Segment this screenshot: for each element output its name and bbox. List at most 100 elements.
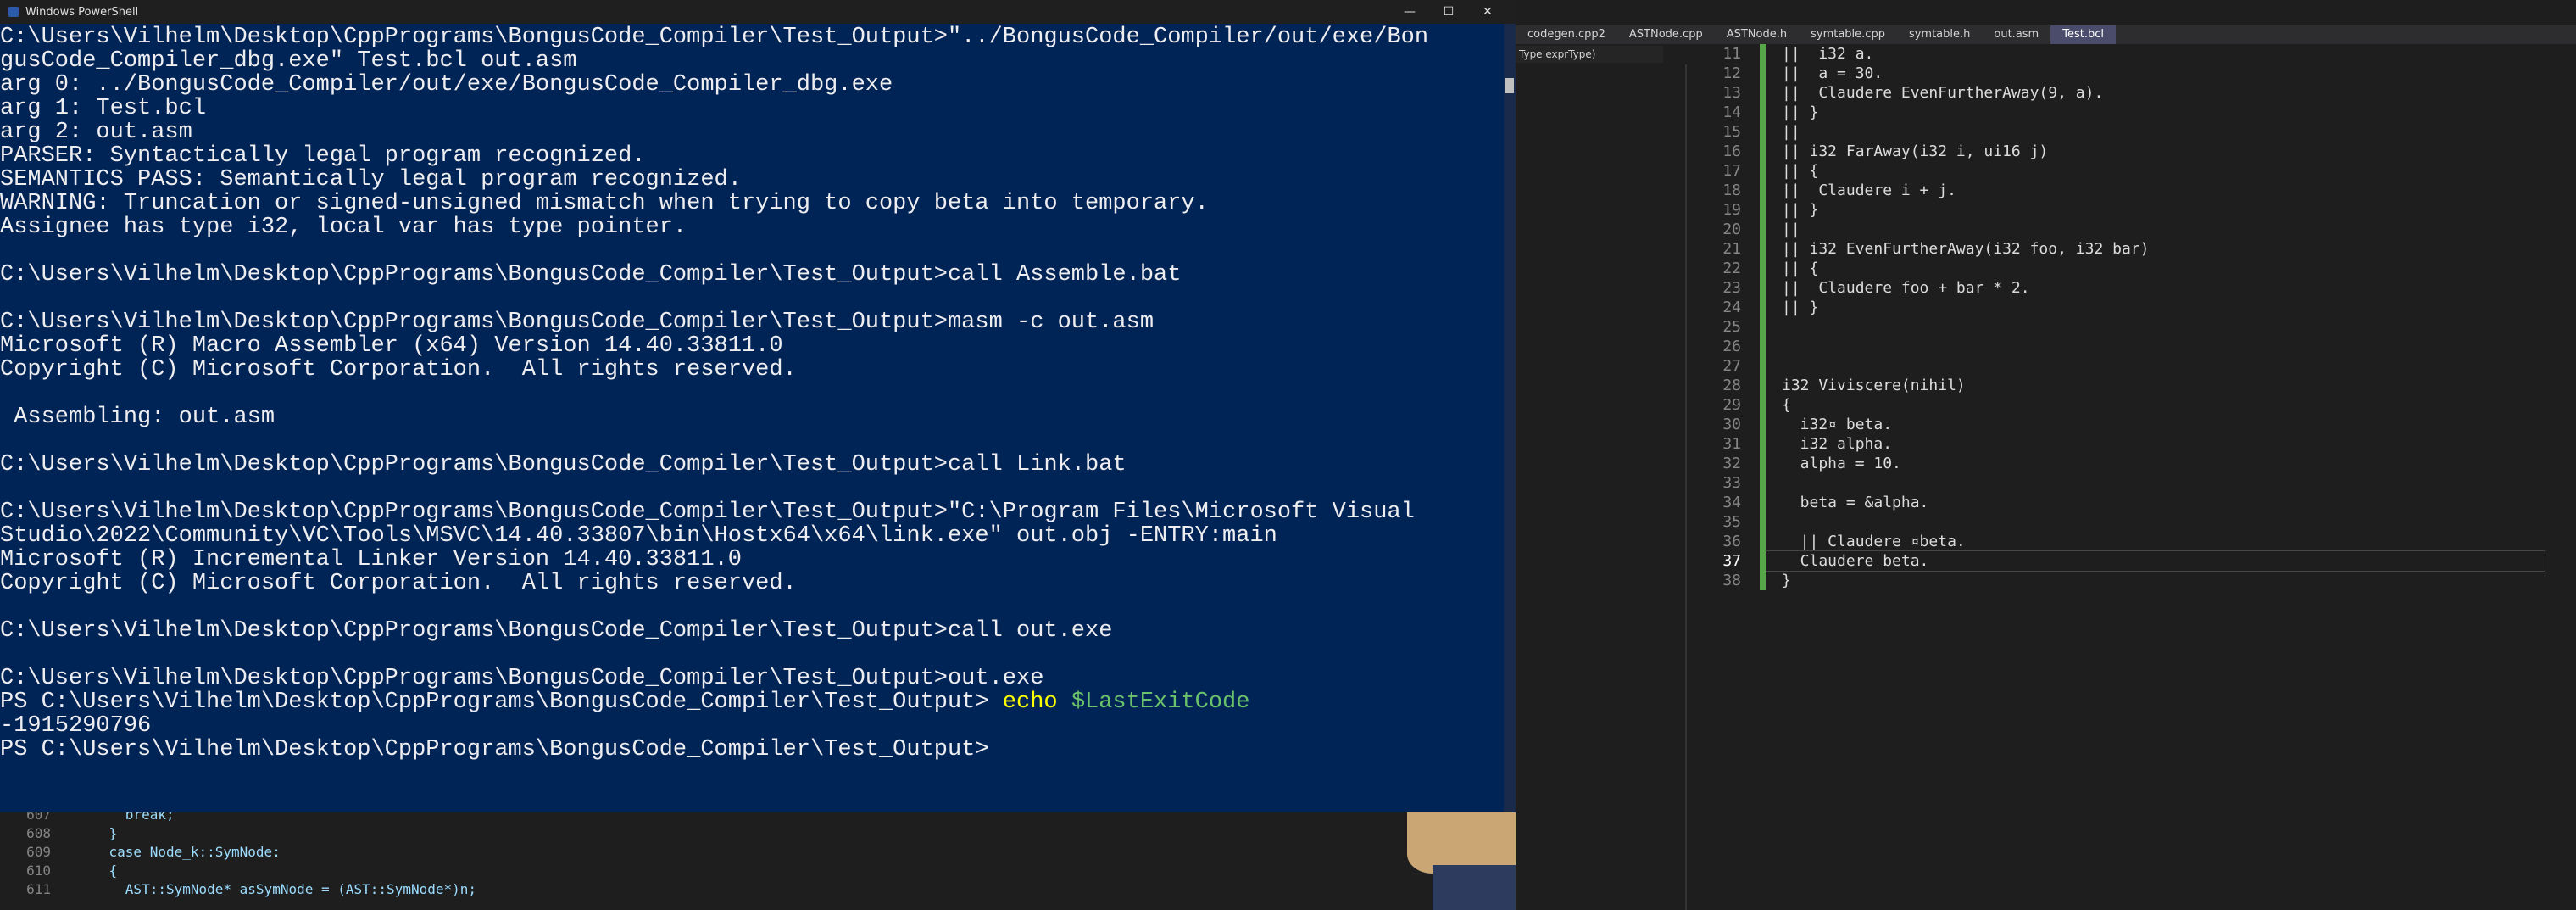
code-line[interactable]: 35 bbox=[1685, 512, 2576, 532]
line-number: 32 bbox=[1722, 455, 1741, 472]
powershell-window: Windows PowerShell — ☐ ✕ C:\Users\Vilhel… bbox=[0, 0, 1516, 812]
console-line: Studio\2022\Community\VC\Tools\MSVC\14.4… bbox=[0, 523, 1277, 549]
change-indicator-bar bbox=[1760, 493, 1766, 512]
code-line[interactable]: 25 bbox=[1685, 317, 2576, 337]
code-text: || { bbox=[1782, 260, 1819, 277]
code-line[interactable]: 17 || { bbox=[1685, 161, 2576, 181]
code-line[interactable]: 23 || Claudere foo + bar * 2. bbox=[1685, 278, 2576, 298]
editor-tab[interactable]: symtable.cpp bbox=[1799, 25, 1897, 44]
code-line[interactable]: 26 bbox=[1685, 337, 2576, 356]
code-line[interactable]: 11 || i32 a. bbox=[1685, 44, 2576, 64]
line-number: 19 bbox=[1722, 201, 1741, 219]
background-code-line: 609 case Node_k::SymNode: bbox=[0, 843, 1517, 862]
console-line: Copyright (C) Microsoft Corporation. All… bbox=[0, 571, 797, 596]
editor-tab[interactable]: symtable.h bbox=[1897, 25, 1982, 44]
code-line[interactable]: 24 || } bbox=[1685, 298, 2576, 317]
console-line: C:\Users\Vilhelm\Desktop\CppPrograms\Bon… bbox=[0, 262, 1182, 288]
change-indicator-bar bbox=[1760, 434, 1766, 454]
line-number: 28 bbox=[1722, 377, 1741, 394]
code-text: || i32 EvenFurtherAway(i32 foo, i32 bar) bbox=[1782, 240, 2150, 258]
change-indicator-bar bbox=[1760, 337, 1766, 356]
code-editor-area[interactable]: 11 || i32 a. 12 || a = 30. 13 || Claudere Eve… bbox=[1685, 44, 2576, 910]
powershell-title: Windows PowerShell bbox=[25, 5, 139, 19]
close-button[interactable]: ✕ bbox=[1468, 0, 1507, 24]
change-indicator-bar bbox=[1760, 83, 1766, 103]
code-line[interactable]: 34 beta = &alpha. bbox=[1685, 493, 2576, 512]
change-indicator-bar bbox=[1760, 278, 1766, 298]
console-line: arg 0: ../BongusCode_Compiler/out/exe/Bo… bbox=[0, 72, 893, 98]
line-number: 608 bbox=[26, 825, 51, 841]
code-line[interactable]: 33 bbox=[1685, 473, 2576, 493]
console-current-prompt[interactable]: PS C:\Users\Vilhelm\Desktop\CppPrograms\… bbox=[0, 738, 1500, 762]
change-indicator-bar bbox=[1760, 356, 1766, 376]
minimize-button[interactable]: — bbox=[1390, 0, 1429, 24]
visual-studio-editor-window: codegen.cpp2 ASTNode.cpp ASTNode.h symtable… bbox=[1516, 0, 2576, 910]
background-code-line: 608 } bbox=[0, 824, 1517, 843]
code-line[interactable]: 13 || Claudere EvenFurtherAway(9, a). bbox=[1685, 83, 2576, 103]
editor-tab[interactable]: ASTNode.h bbox=[1715, 25, 1799, 44]
change-indicator-bar bbox=[1760, 571, 1766, 590]
line-number: 35 bbox=[1722, 513, 1741, 531]
powershell-titlebar[interactable]: Windows PowerShell — ☐ ✕ bbox=[0, 0, 1516, 24]
powershell-icon bbox=[8, 7, 19, 17]
code-text: || Claudere foo + bar * 2. bbox=[1782, 279, 2030, 297]
code-line[interactable]: 30 i32¤ beta. bbox=[1685, 415, 2576, 434]
exit-code-output: -1915290796 bbox=[0, 713, 152, 739]
editor-tab[interactable]: codegen.cpp2 bbox=[1516, 25, 1617, 44]
code-line[interactable]: 28 i32 Viviscere(nihil) bbox=[1685, 376, 2576, 395]
editor-tab[interactable]: ASTNode.cpp bbox=[1617, 25, 1715, 44]
code-line[interactable]: 27 bbox=[1685, 356, 2576, 376]
code-line[interactable]: 14 || } bbox=[1685, 103, 2576, 122]
line-number: 15 bbox=[1722, 123, 1741, 141]
code-line[interactable]: 29 { bbox=[1685, 395, 2576, 415]
code-line[interactable]: 37 Claudere beta. bbox=[1685, 550, 2576, 572]
powershell-console-output[interactable]: C:\Users\Vilhelm\Desktop\CppPrograms\Bon… bbox=[0, 25, 1500, 810]
console-line: gusCode_Compiler_dbg.exe" Test.bcl out.a… bbox=[0, 48, 577, 74]
code-text: || i32 a. bbox=[1782, 45, 1874, 63]
console-line: Assignee has type i32, local var has typ… bbox=[0, 215, 687, 240]
code-line[interactable]: 32 alpha = 10. bbox=[1685, 454, 2576, 473]
code-line[interactable]: 18 || Claudere i + j. bbox=[1685, 181, 2576, 200]
code-line[interactable]: 36 || Claudere ¤beta. bbox=[1685, 532, 2576, 551]
console-line: SEMANTICS PASS: Semantically legal progr… bbox=[0, 167, 742, 193]
line-number: 12 bbox=[1722, 64, 1741, 82]
code-line[interactable]: 20 || bbox=[1685, 220, 2576, 239]
change-indicator-bar bbox=[1760, 44, 1766, 64]
change-indicator-bar bbox=[1760, 551, 1766, 571]
console-line: arg 1: Test.bcl bbox=[0, 96, 207, 121]
change-indicator-bar bbox=[1760, 317, 1766, 337]
change-indicator-bar bbox=[1760, 103, 1766, 122]
code-text: || Claudere EvenFurtherAway(9, a). bbox=[1782, 84, 2104, 102]
console-line: C:\Users\Vilhelm\Desktop\CppPrograms\Bon… bbox=[0, 25, 1429, 50]
member-navigation-dropdown[interactable]: Type exprType) bbox=[1516, 46, 1663, 63]
console-scrollbar[interactable] bbox=[1504, 24, 1516, 812]
code-line[interactable]: 31 i32 alpha. bbox=[1685, 434, 2576, 454]
editor-tab[interactable]: Test.bcl bbox=[2050, 25, 2116, 44]
console-prompt: PS C:\Users\Vilhelm\Desktop\CppPrograms\… bbox=[0, 689, 1003, 715]
editor-tab[interactable]: out.asm bbox=[1982, 25, 2050, 44]
change-indicator-bar bbox=[1760, 395, 1766, 415]
change-indicator-bar bbox=[1760, 376, 1766, 395]
code-line[interactable]: 22 || { bbox=[1685, 259, 2576, 278]
member-navigation-label: Type exprType) bbox=[1519, 48, 1596, 60]
code-line[interactable]: 16 || i32 FarAway(i32 i, ui16 j) bbox=[1685, 142, 2576, 161]
code-line[interactable]: 38} bbox=[1685, 571, 2576, 590]
change-indicator-bar bbox=[1760, 259, 1766, 278]
code-line[interactable]: 19 || } bbox=[1685, 200, 2576, 220]
console-scrollbar-thumb[interactable] bbox=[1505, 78, 1514, 93]
change-indicator-bar bbox=[1760, 415, 1766, 434]
line-number: 13 bbox=[1722, 84, 1741, 102]
code-line[interactable]: 12 || a = 30. bbox=[1685, 64, 2576, 83]
code-line[interactable]: 15 || bbox=[1685, 122, 2576, 142]
code-text: || } bbox=[1782, 201, 1819, 219]
change-indicator-bar bbox=[1760, 200, 1766, 220]
code-text: alpha = 10. bbox=[1782, 455, 1901, 472]
maximize-button[interactable]: ☐ bbox=[1429, 0, 1468, 24]
code-line[interactable]: 21 || i32 EvenFurtherAway(i32 foo, i32 ba… bbox=[1685, 239, 2576, 259]
